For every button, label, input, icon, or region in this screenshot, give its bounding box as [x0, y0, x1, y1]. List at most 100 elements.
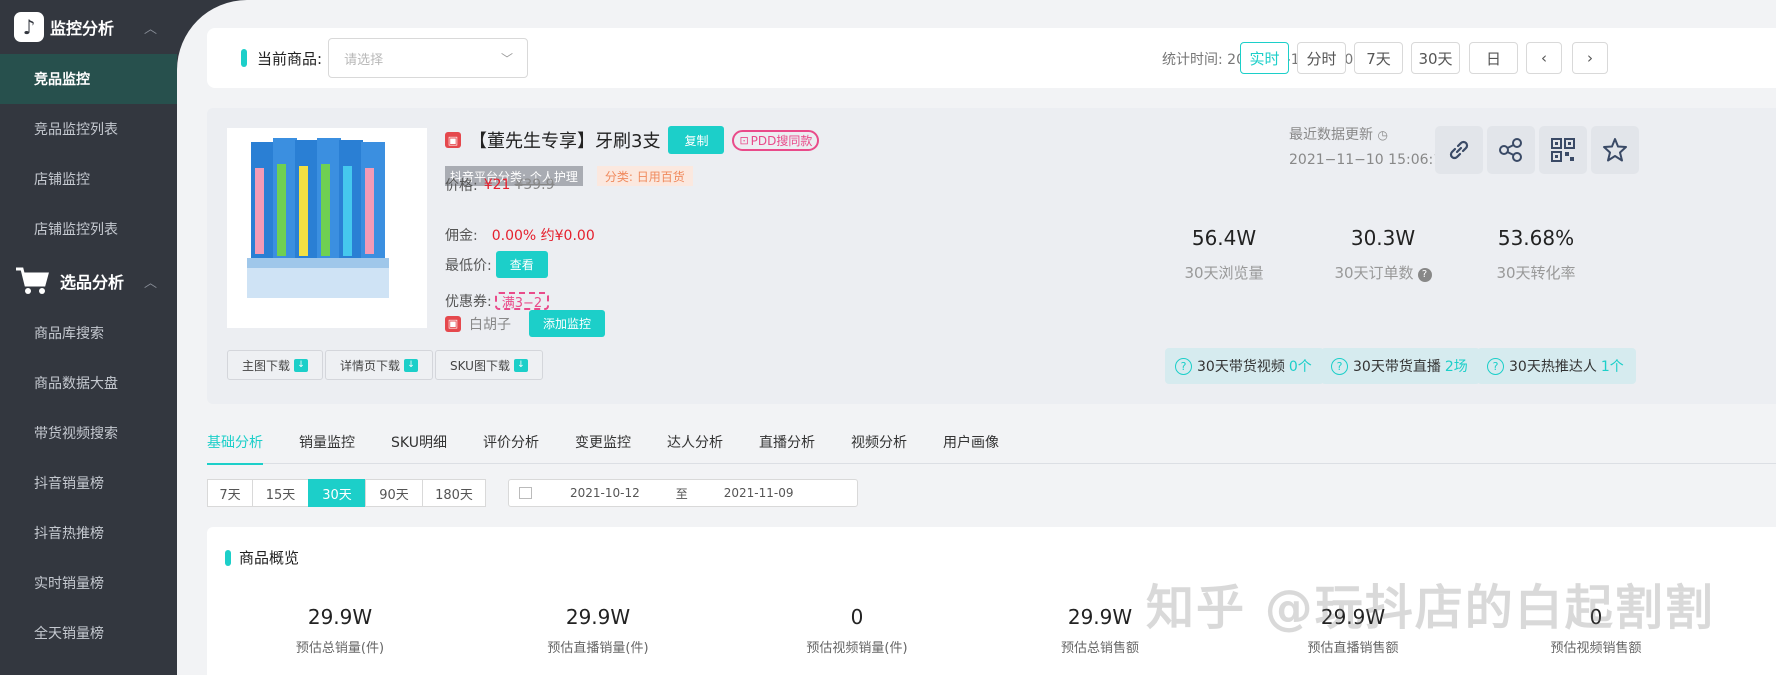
view-lowest-button[interactable]: 查看 — [495, 251, 548, 278]
shop-icon: ▣ — [445, 132, 461, 148]
period-30d-button[interactable]: 30天 — [1411, 42, 1460, 74]
date-end[interactable]: 2021-11-09 — [724, 486, 794, 500]
download-icon: ↓ — [513, 358, 528, 372]
metric-label: 预估视频销量(件) — [806, 641, 908, 656]
range-7d-button[interactable]: 7天 — [207, 479, 253, 507]
range-30d-button[interactable]: 30天 — [308, 479, 366, 507]
overview-metric: 29.9W 预估直播销量(件) — [508, 605, 688, 656]
pdd-search-button[interactable]: ⊡ PDD搜同款 — [732, 129, 820, 151]
shop-row: ▣ 白胡子 添加监控 — [445, 310, 606, 337]
overview-title: 商品概览 — [225, 547, 299, 568]
overview-title-text: 商品概览 — [239, 549, 300, 567]
badge-value: 1个 — [1600, 359, 1624, 375]
badge-label: 30天热推达人 — [1509, 359, 1597, 375]
metric-label: 预估直播销量(件) — [547, 641, 649, 656]
tab-user-profile[interactable]: 用户画像 — [943, 420, 999, 464]
share-icon[interactable] — [1487, 126, 1535, 174]
metric-label: 预估视频销售额 — [1550, 641, 1642, 656]
badge-value: 0个 — [1288, 359, 1312, 375]
period-hourly-button[interactable]: 分时 — [1297, 42, 1346, 74]
kpi-value: 30.3W — [1350, 226, 1416, 250]
pdd-search-label: PDD搜同款 — [750, 133, 813, 148]
prev-arrow-icon[interactable]: ‹ — [1526, 42, 1562, 74]
lives-badge[interactable]: ? 30天带货直播 2场 — [1321, 348, 1480, 384]
main-image-download-button[interactable]: 主图下载 ↓ — [227, 350, 324, 380]
update-label: 最近数据更新 ◷ — [1289, 124, 1388, 144]
date-start[interactable]: 2021-10-12 — [570, 486, 640, 500]
star-icon[interactable] — [1591, 126, 1639, 174]
chevron-down-icon: ﹀ — [501, 51, 514, 66]
lowest-price-row: 最低价: 查看 — [445, 251, 548, 278]
product-image[interactable] — [227, 128, 427, 328]
sidebar-item-realtime-sales[interactable]: 实时销量榜 — [0, 558, 177, 608]
sidebar-group-monitor[interactable]: ♪ 监控分析 ︿ — [0, 0, 177, 54]
update-time: 2021−11−10 15:06:15 — [1289, 152, 1452, 168]
tab-influencer-analysis[interactable]: 达人分析 — [667, 420, 723, 464]
period-realtime-button[interactable]: 实时 — [1240, 42, 1289, 74]
range-90d-button[interactable]: 90天 — [365, 479, 423, 507]
tab-sales-monitor[interactable]: 销量监控 — [299, 420, 355, 464]
period-day-button[interactable]: 日 — [1469, 42, 1518, 74]
sidebar-group-label: 监控分析 — [50, 19, 115, 38]
date-range-picker[interactable]: 2021-10-12 至 2021-11-09 — [508, 479, 858, 507]
tab-live-analysis[interactable]: 直播分析 — [759, 420, 815, 464]
cart-icon — [16, 267, 49, 294]
current-product-label: 当前商品: — [257, 49, 323, 68]
period-7d-button[interactable]: 7天 — [1354, 42, 1403, 74]
link-icon[interactable] — [1435, 126, 1483, 174]
sidebar-item-competitor-list[interactable]: 竞品监控列表 — [0, 104, 177, 154]
coupon-row: 优惠券: 满3−2 — [445, 291, 550, 311]
download-icon: ↓ — [294, 358, 309, 372]
product-select[interactable]: 请选择 ﹀ — [328, 38, 529, 78]
sidebar-item-shop-list[interactable]: 店铺监控列表 — [0, 204, 177, 254]
shop-icon: ▣ — [445, 315, 461, 332]
sidebar-item-video-search[interactable]: 带货视频搜索 — [0, 408, 177, 458]
download-label: 详情页下载 — [340, 358, 401, 373]
influencers-badge[interactable]: ? 30天热推达人 1个 — [1477, 348, 1636, 384]
help-icon: ? — [1331, 357, 1348, 375]
tab-review-analysis[interactable]: 评价分析 — [483, 420, 539, 464]
tab-change-monitor[interactable]: 变更监控 — [575, 420, 631, 464]
sidebar-item-douyin-hot[interactable]: 抖音热推榜 — [0, 508, 177, 558]
copy-button[interactable]: 复制 — [668, 126, 725, 154]
sku-image-download-button[interactable]: SKU图下载 ↓ — [435, 350, 543, 380]
sidebar-item-product-search[interactable]: 商品库搜索 — [0, 308, 177, 358]
kpi-value: 53.68% — [1497, 226, 1575, 250]
metric-value: 29.9W — [565, 605, 631, 629]
help-icon[interactable]: ? — [1417, 268, 1432, 282]
metric-label: 预估总销量(件) — [295, 641, 385, 656]
sidebar-group-label: 选品分析 — [60, 273, 125, 292]
kpi-label: 30天转化率 — [1496, 264, 1576, 282]
date-separator: 至 — [675, 486, 688, 501]
analysis-tabs: 基础分析 销量监控 SKU明细 评价分析 变更监控 达人分析 直播分析 视频分析… — [207, 420, 1776, 465]
badge-label: 30天带货视频 — [1197, 359, 1285, 375]
sidebar-item-competitor-monitor[interactable]: 竞品监控 — [0, 54, 177, 104]
tab-sku-detail[interactable]: SKU明细 — [391, 420, 447, 464]
commission-label: 佣金: — [445, 228, 478, 244]
next-arrow-icon[interactable]: › — [1572, 42, 1608, 74]
lowest-price-label: 最低价: — [445, 257, 492, 274]
shop-name[interactable]: 白胡子 — [469, 314, 511, 334]
coupon-badge: 满3−2 — [494, 292, 550, 311]
select-placeholder: 请选择 — [344, 52, 384, 68]
price-row: 价格: ¥21 ¥39.9 — [445, 175, 555, 195]
kpi-label: 30天订单数? — [1303, 262, 1463, 283]
range-15d-button[interactable]: 15天 — [252, 479, 309, 507]
sidebar-group-selection[interactable]: 选品分析 ︿ — [0, 254, 177, 308]
tab-basic-analysis[interactable]: 基础分析 — [207, 420, 263, 465]
metric-value: 29.9W — [307, 605, 373, 629]
product-name: 【董先生专享】牙刷3支 — [469, 131, 661, 152]
calendar-icon — [519, 487, 532, 499]
sidebar-item-product-dashboard[interactable]: 商品数据大盘 — [0, 358, 177, 408]
qrcode-icon[interactable] — [1539, 126, 1587, 174]
sidebar-item-douyin-sales[interactable]: 抖音销量榜 — [0, 458, 177, 508]
add-monitor-button[interactable]: 添加监控 — [529, 310, 606, 337]
product-title-row: ▣ 【董先生专享】牙刷3支 复制 ⊡ PDD搜同款 — [445, 126, 820, 154]
videos-badge[interactable]: ? 30天带货视频 0个 — [1165, 348, 1324, 384]
sidebar-item-shop-monitor[interactable]: 店铺监控 — [0, 154, 177, 204]
range-180d-button[interactable]: 180天 — [422, 479, 486, 507]
tab-video-analysis[interactable]: 视频分析 — [851, 420, 907, 464]
sidebar-item-allday-sales[interactable]: 全天销量榜 — [0, 608, 177, 658]
detail-download-button[interactable]: 详情页下载 ↓ — [325, 350, 434, 380]
help-icon: ? — [1487, 357, 1504, 375]
